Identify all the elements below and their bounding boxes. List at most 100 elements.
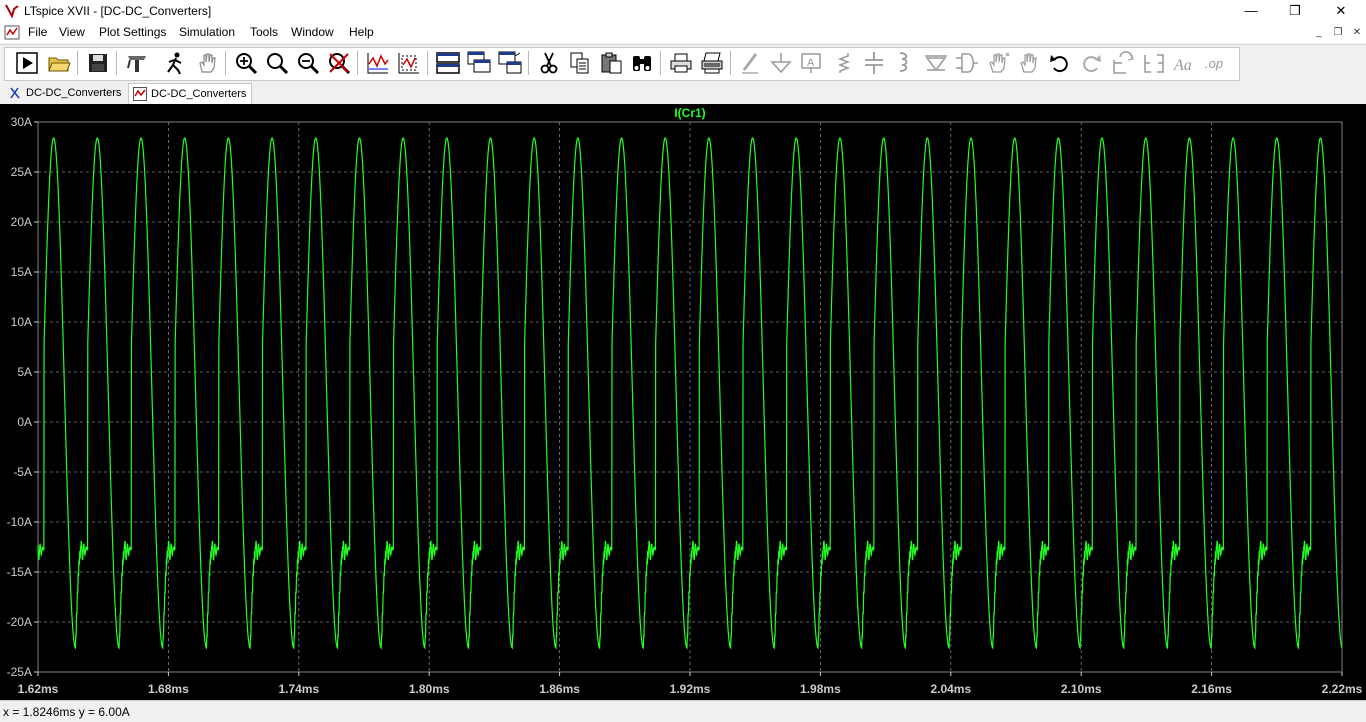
zoom-cancel-icon[interactable] <box>326 50 352 76</box>
zoom-out-icon[interactable] <box>295 50 321 76</box>
restore-button[interactable]: ❐ <box>1272 0 1318 23</box>
ltspice-app-icon <box>5 4 19 18</box>
close-button[interactable]: ✕ <box>1318 0 1364 23</box>
y-tick-label: -20A <box>7 615 32 629</box>
toolbar-separator <box>660 51 661 75</box>
x-tick-label: 2.22ms <box>1322 682 1363 696</box>
tab-schematic-label: DC-DC_Converters <box>26 87 122 99</box>
draw-wire-icon[interactable] <box>738 50 764 76</box>
zoom-area-icon[interactable] <box>264 50 290 76</box>
trace-label-i-cr1[interactable]: I(Cr1) <box>674 106 705 120</box>
inductor-icon[interactable] <box>891 50 917 76</box>
toolbar-separator <box>730 51 731 75</box>
menu-view[interactable]: View <box>59 25 85 39</box>
waveform-plot-pane[interactable]: 30A 25A 20A 15A 10A 5A 0A -5A -10A -15A -20A -25A 1.… <box>0 104 1366 700</box>
x-tick-label: 1.86ms <box>539 682 580 696</box>
axis-ticks: 30A 25A 20A 15A 10A 5A 0A -5A -10A -15A -20A -25A 1.… <box>7 115 1363 696</box>
open-folder-icon[interactable] <box>46 50 72 76</box>
menu-plot-settings[interactable]: Plot Settings <box>99 25 166 39</box>
mirror-icon[interactable] <box>1141 50 1167 76</box>
cut-icon[interactable] <box>536 50 562 76</box>
waveform-chart[interactable]: 30A 25A 20A 15A 10A 5A 0A -5A -10A -15A -20A -25A 1.… <box>0 104 1366 700</box>
save-icon[interactable] <box>85 50 111 76</box>
menu-help[interactable]: Help <box>349 25 374 39</box>
toolbar-separator <box>357 51 358 75</box>
x-tick-label: 1.68ms <box>148 682 189 696</box>
find-icon[interactable] <box>629 50 655 76</box>
x-tick-label: 1.74ms <box>278 682 319 696</box>
y-tick-label: -10A <box>7 515 32 529</box>
rotate-icon[interactable] <box>1110 50 1136 76</box>
move-icon[interactable] <box>985 50 1011 76</box>
menu-tools[interactable]: Tools <box>250 25 278 39</box>
component-icon[interactable] <box>953 50 979 76</box>
capacitor-icon[interactable] <box>861 50 887 76</box>
status-bar: x = 1.8246ms y = 6.00A <box>0 700 1366 722</box>
document-tab-bar: DC-DC_Converters DC-DC_Converters <box>0 82 1366 104</box>
y-tick-label: -5A <box>13 465 32 479</box>
x-tick-label: 1.62ms <box>18 682 59 696</box>
title-bar: LTspice XVII - [DC-DC_Converters] — ❐ ✕ <box>0 0 1366 23</box>
toolbar-separator <box>225 51 226 75</box>
diode-icon[interactable] <box>923 50 949 76</box>
y-tick-label: 30A <box>11 115 32 129</box>
menu-simulation[interactable]: Simulation <box>179 25 235 39</box>
y-tick-label: 25A <box>11 165 32 179</box>
toolbar: A Aa .op <box>0 44 1366 83</box>
print-setup-icon[interactable] <box>699 50 725 76</box>
tile-vertical-icon[interactable] <box>497 50 523 76</box>
tile-horizontal-icon[interactable] <box>435 50 461 76</box>
window-title: LTspice XVII - [DC-DC_Converters] <box>24 4 212 18</box>
spice-directive-icon[interactable]: .op <box>1203 50 1229 76</box>
pan-hand-icon[interactable] <box>194 50 220 76</box>
schematic-icon <box>10 87 20 99</box>
mdi-close-button[interactable]: ✕ <box>1348 24 1366 41</box>
copy-icon[interactable] <box>567 50 593 76</box>
y-tick-label: 20A <box>11 215 32 229</box>
tab-waveform-label: DC-DC_Converters <box>151 88 247 100</box>
print-icon[interactable] <box>668 50 694 76</box>
minimize-button[interactable]: — <box>1228 0 1274 23</box>
x-tick-label: 2.16ms <box>1191 682 1232 696</box>
menu-bar: File View Plot Settings Simulation Tools… <box>0 23 1366 43</box>
menu-window[interactable]: Window <box>291 25 334 39</box>
drag-icon[interactable] <box>1016 50 1042 76</box>
mdi-minimize-button[interactable]: _ <box>1310 24 1328 41</box>
x-tick-label: 2.04ms <box>930 682 971 696</box>
x-tick-label: 1.80ms <box>409 682 450 696</box>
svg-text:Aa: Aa <box>1173 57 1192 74</box>
paste-icon[interactable] <box>598 50 624 76</box>
x-tick-label: 2.10ms <box>1061 682 1102 696</box>
y-tick-label: 5A <box>17 365 32 379</box>
label-net-icon[interactable]: A <box>798 50 824 76</box>
menu-file[interactable]: File <box>28 25 47 39</box>
run-icon[interactable] <box>14 50 40 76</box>
resistor-icon[interactable] <box>830 50 856 76</box>
toolbar-separator <box>77 51 78 75</box>
autorange-icon[interactable] <box>365 50 391 76</box>
cascade-icon[interactable] <box>466 50 492 76</box>
tab-schematic[interactable]: DC-DC_Converters <box>4 83 126 103</box>
svg-text:A: A <box>807 57 815 69</box>
control-panel-icon[interactable] <box>124 50 150 76</box>
y-tick-label: -15A <box>7 565 32 579</box>
y-tick-label: 0A <box>17 415 32 429</box>
cursor-readout: x = 1.8246ms y = 6.00A <box>3 705 130 719</box>
redo-icon[interactable] <box>1078 50 1104 76</box>
undo-icon[interactable] <box>1047 50 1073 76</box>
x-tick-label: 1.98ms <box>800 682 841 696</box>
run-man-icon[interactable] <box>162 50 188 76</box>
mdi-restore-button[interactable]: ❐ <box>1329 24 1347 41</box>
zoom-in-icon[interactable] <box>233 50 259 76</box>
tab-waveform[interactable]: DC-DC_Converters <box>128 83 252 104</box>
y-tick-label: 15A <box>11 265 32 279</box>
toolbar-separator <box>427 51 428 75</box>
y-tick-label: -25A <box>7 665 32 679</box>
text-icon[interactable]: Aa <box>1172 50 1198 76</box>
toolbar-separator <box>116 51 117 75</box>
autorange-y-icon[interactable] <box>396 50 422 76</box>
document-system-menu-icon[interactable] <box>4 25 20 40</box>
ground-icon[interactable] <box>768 50 794 76</box>
svg-text:.op: .op <box>1205 56 1223 71</box>
x-tick-label: 1.92ms <box>670 682 711 696</box>
